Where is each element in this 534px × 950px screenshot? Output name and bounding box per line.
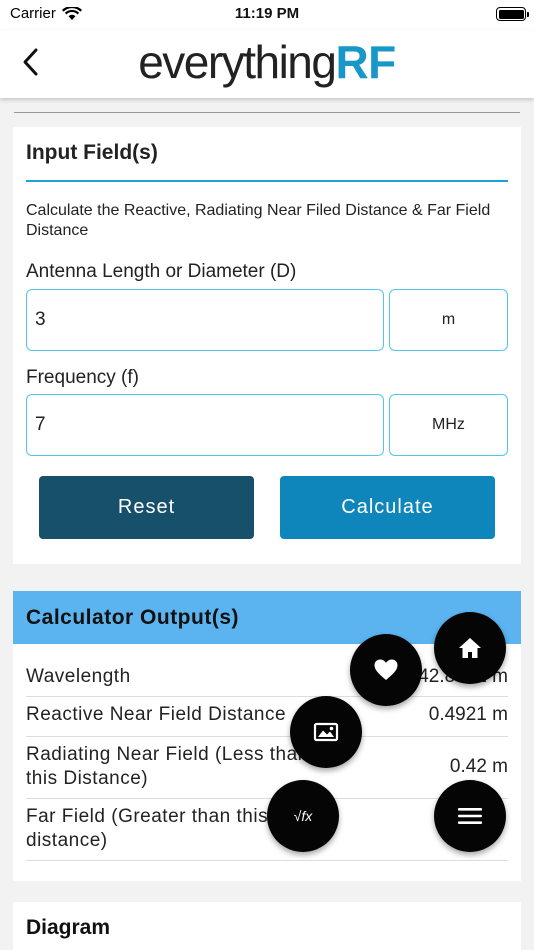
output-row-wavelength: Wavelength 42.8571 m	[26, 661, 508, 697]
favorite-button[interactable]	[350, 634, 422, 706]
heart-icon	[374, 659, 398, 680]
clock: 11:19 PM	[234, 5, 300, 22]
input-card: Input Field(s) Calculate the Reactive, R…	[13, 127, 521, 564]
input-card-title: Input Field(s)	[26, 141, 158, 164]
title-underline	[26, 180, 508, 182]
menu-icon	[458, 808, 482, 824]
calculate-button[interactable]: Calculate	[280, 476, 495, 539]
output-row-radiating: Radiating Near Field (Less than this Dis…	[26, 737, 508, 799]
output-value: 0.4921 m	[428, 704, 508, 725]
output-label: Reactive Near Field Distance	[26, 704, 287, 725]
output-label: Wavelength	[26, 666, 131, 687]
output-card-title: Calculator Output(s)	[26, 606, 239, 629]
diagram-title: Diagram	[26, 916, 111, 939]
calculator-description: Calculate the Reactive, Radiating Near F…	[26, 202, 491, 239]
antenna-length-label: Antenna Length or Diameter (D)	[26, 261, 297, 282]
nav-bar: everythingRF	[0, 30, 534, 98]
logo-text-rf: RF	[335, 36, 396, 88]
battery-icon	[496, 7, 529, 21]
formula-button[interactable]: √fx	[267, 780, 339, 852]
antenna-length-input[interactable]: 3	[26, 289, 384, 351]
frequency-input[interactable]: 7	[26, 394, 384, 456]
frequency-label: Frequency (f)	[26, 367, 139, 388]
output-value: 0.42 m	[449, 756, 508, 777]
status-bar: Carrier 11:19 PM	[0, 0, 534, 30]
output-row-reactive: Reactive Near Field Distance 0.4921 m	[26, 697, 508, 737]
image-button[interactable]	[290, 696, 362, 768]
app-logo: everythingRF	[0, 36, 534, 88]
diagram-card: Diagram	[13, 902, 521, 950]
home-icon	[459, 638, 481, 658]
reset-button[interactable]: Reset	[39, 476, 254, 539]
antenna-length-unit-select[interactable]: m	[389, 289, 508, 351]
menu-button[interactable]	[434, 780, 506, 852]
formula-icon: √fx	[293, 808, 313, 824]
home-button[interactable]	[434, 612, 506, 684]
logo-text-everything: everything	[138, 36, 337, 88]
image-icon	[313, 722, 339, 742]
output-label: Radiating Near Field (Less than this Dis…	[26, 744, 309, 789]
frequency-unit-select[interactable]: MHz	[389, 394, 508, 456]
divider	[14, 112, 520, 113]
